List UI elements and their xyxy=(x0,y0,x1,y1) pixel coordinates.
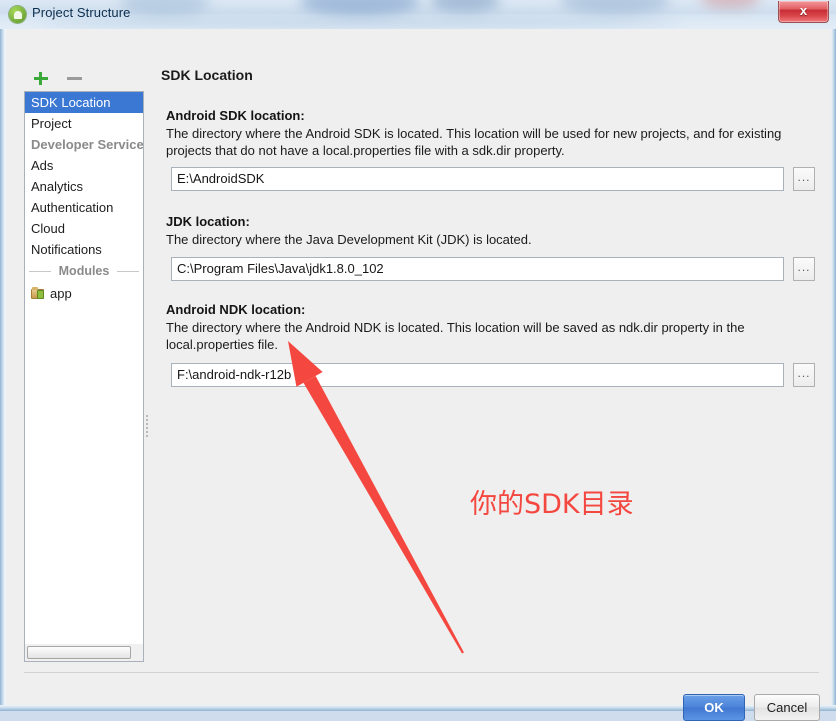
scrollbar-thumb[interactable] xyxy=(27,646,131,659)
panel-splitter-handle[interactable] xyxy=(145,413,150,439)
android-sdk-location-label: Android SDK location: xyxy=(166,108,305,123)
android-icon xyxy=(9,6,26,23)
close-glyph: x xyxy=(799,3,808,18)
android-ndk-browse-button[interactable]: ... xyxy=(793,363,815,387)
footer-separator xyxy=(24,672,819,673)
window-border-right xyxy=(831,29,836,711)
android-ndk-location-input[interactable]: F:\android-ndk-r12b xyxy=(171,363,784,387)
android-sdk-location-description: The directory where the Android SDK is l… xyxy=(166,126,782,158)
sidebar-list[interactable]: SDK Location Project Developer Services … xyxy=(24,91,144,662)
sidebar-item-app[interactable]: app xyxy=(25,283,143,305)
window-title: Project Structure xyxy=(32,5,131,20)
sidebar-item-authentication[interactable]: Authentication xyxy=(25,197,143,218)
project-structure-dialog: Project Structure x SDK Location Project… xyxy=(0,0,836,721)
sidebar-toolbar xyxy=(24,67,144,91)
sidebar-item-notifications[interactable]: Notifications xyxy=(25,239,143,260)
sidebar-item-cloud[interactable]: Cloud xyxy=(25,218,143,239)
sidebar-item-app-label: app xyxy=(50,286,72,301)
annotation-label: 你的SDK目录 xyxy=(470,489,634,520)
page-title: SDK Location xyxy=(161,67,253,83)
window-titlebar: Project Structure x xyxy=(0,0,836,29)
cancel-button[interactable]: Cancel xyxy=(754,694,820,721)
sidebar-group-developer-services: Developer Services xyxy=(31,137,144,152)
android-sdk-location-input[interactable]: E:\AndroidSDK xyxy=(171,167,784,191)
minus-icon[interactable] xyxy=(64,67,86,89)
sidebar-group-modules-label: Modules xyxy=(58,264,110,278)
module-folder-icon xyxy=(31,287,46,300)
jdk-location-input[interactable]: C:\Program Files\Java\jdk1.8.0_102 xyxy=(171,257,784,281)
android-ndk-location-description: The directory where the Android NDK is l… xyxy=(166,320,745,352)
ok-button[interactable]: OK xyxy=(683,694,745,721)
jdk-location-label: JDK location: xyxy=(166,214,250,229)
plus-icon[interactable] xyxy=(30,67,52,89)
close-icon[interactable]: x xyxy=(778,1,829,23)
sidebar-item-project[interactable]: Project xyxy=(25,113,143,134)
android-ndk-location-label: Android NDK location: xyxy=(166,302,306,317)
sidebar-item-sdk-location[interactable]: SDK Location xyxy=(25,92,143,113)
jdk-location-description: The directory where the Java Development… xyxy=(166,232,532,247)
sidebar-item-ads[interactable]: Ads xyxy=(25,155,143,176)
dialog-body: SDK Location Project Developer Services … xyxy=(5,29,831,721)
jdk-browse-button[interactable]: ... xyxy=(793,257,815,281)
sidebar-item-analytics[interactable]: Analytics xyxy=(25,176,143,197)
android-sdk-browse-button[interactable]: ... xyxy=(793,167,815,191)
sidebar-horizontal-scrollbar[interactable] xyxy=(24,644,144,662)
sidebar-group-modules: Modules xyxy=(25,260,143,283)
